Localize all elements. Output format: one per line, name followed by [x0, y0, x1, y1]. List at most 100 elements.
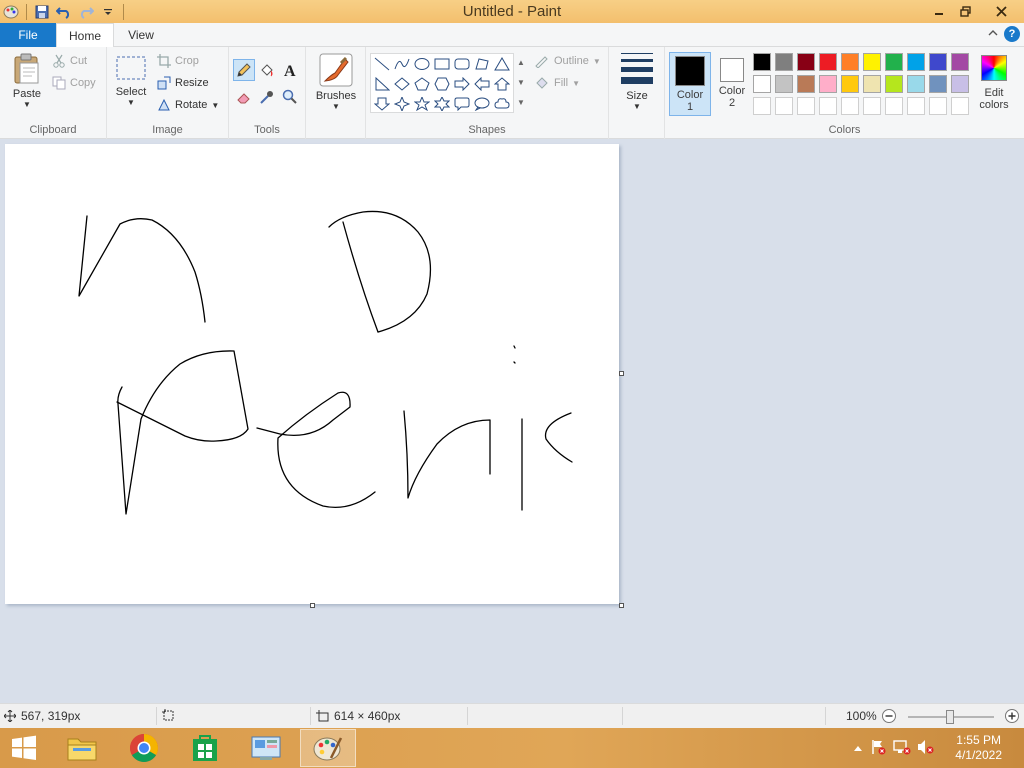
help-icon[interactable]: ? [1004, 26, 1020, 42]
palette-color[interactable] [885, 53, 903, 71]
minimize-button[interactable] [926, 0, 952, 22]
select-button[interactable]: Select ▼ [113, 55, 149, 107]
copy-button[interactable]: Copy [52, 76, 96, 90]
palette-color[interactable] [907, 53, 925, 71]
paste-button[interactable]: Paste ▼ [6, 53, 48, 109]
five-point-star-shape[interactable] [412, 94, 432, 113]
fill-tool[interactable] [256, 59, 278, 81]
palette-color[interactable] [841, 53, 859, 71]
color-picker-tool[interactable] [256, 86, 278, 108]
action-center-flag-icon[interactable] [866, 739, 890, 758]
right-triangle-shape[interactable] [372, 74, 392, 93]
palette-color[interactable] [885, 75, 903, 93]
up-arrow-shape[interactable] [492, 74, 512, 93]
palette-color[interactable] [885, 97, 903, 115]
store-taskbar-button[interactable] [177, 729, 233, 767]
palette-color[interactable] [907, 97, 925, 115]
pentagon-shape[interactable] [412, 74, 432, 93]
four-point-star-shape[interactable] [392, 94, 412, 113]
cloud-callout-shape[interactable] [492, 94, 512, 113]
palette-color[interactable] [951, 97, 969, 115]
palette-color[interactable] [863, 75, 881, 93]
shapes-scrollbar[interactable]: ▲ ▼ ▼ [515, 53, 527, 113]
palette-color[interactable] [907, 75, 925, 93]
rounded-callout-shape[interactable] [452, 94, 472, 113]
palette-color[interactable] [775, 75, 793, 93]
palette-color[interactable] [819, 75, 837, 93]
paint-taskbar-button[interactable] [300, 729, 356, 767]
control-panel-taskbar-button[interactable] [238, 729, 294, 767]
tab-view[interactable]: View [116, 23, 166, 47]
size-button[interactable]: Size ▼ [617, 53, 657, 111]
palette-color[interactable] [819, 53, 837, 71]
magnifier-tool[interactable] [279, 86, 301, 108]
rounded-rectangle-shape[interactable] [452, 54, 472, 73]
tab-home[interactable]: Home [56, 23, 114, 48]
right-arrow-shape[interactable] [452, 74, 472, 93]
crop-button[interactable]: Crop [157, 54, 199, 68]
palette-color[interactable] [929, 97, 947, 115]
palette-color[interactable] [753, 97, 771, 115]
drawing-canvas[interactable] [5, 144, 619, 604]
palette-color[interactable] [753, 75, 771, 93]
color2-button[interactable]: Color 2 [711, 52, 753, 116]
palette-color[interactable] [797, 53, 815, 71]
palette-color[interactable] [863, 97, 881, 115]
zoom-in-button[interactable] [1004, 708, 1020, 724]
oval-shape[interactable] [412, 54, 432, 73]
network-icon[interactable] [890, 739, 914, 758]
text-tool[interactable]: A [279, 59, 301, 81]
palette-color[interactable] [797, 97, 815, 115]
start-button[interactable] [0, 729, 48, 767]
zoom-slider-thumb[interactable] [946, 710, 954, 724]
show-hidden-icons-button[interactable] [850, 741, 866, 755]
brushes-button[interactable]: Brushes ▼ [312, 53, 360, 111]
palette-color[interactable] [775, 53, 793, 71]
palette-color[interactable] [775, 97, 793, 115]
zoom-out-button[interactable] [881, 708, 897, 724]
palette-color[interactable] [797, 75, 815, 93]
down-arrow-shape[interactable] [372, 94, 392, 113]
rotate-button[interactable]: Rotate ▼ [157, 98, 219, 112]
resize-button[interactable]: Resize [157, 76, 209, 90]
scroll-up-icon[interactable]: ▲ [515, 53, 527, 73]
pencil-tool[interactable] [233, 59, 255, 81]
palette-color[interactable] [951, 75, 969, 93]
palette-color[interactable] [841, 97, 859, 115]
palette-color[interactable] [819, 97, 837, 115]
volume-muted-icon[interactable] [914, 739, 938, 758]
palette-color[interactable] [753, 53, 771, 71]
line-shape[interactable] [372, 54, 392, 73]
polygon-shape[interactable] [472, 54, 492, 73]
scroll-down-icon[interactable]: ▼ [515, 73, 527, 93]
close-button[interactable] [978, 0, 1024, 22]
outline-button[interactable]: Outline ▼ [534, 54, 601, 68]
curve-shape[interactable] [392, 54, 412, 73]
six-point-star-shape[interactable] [432, 94, 452, 113]
eraser-tool[interactable] [233, 86, 255, 108]
gallery-expand-icon[interactable]: ▼ [515, 93, 527, 113]
palette-color[interactable] [929, 53, 947, 71]
color1-button[interactable]: Color 1 [669, 52, 711, 116]
palette-color[interactable] [929, 75, 947, 93]
oval-callout-shape[interactable] [472, 94, 492, 113]
cut-button[interactable]: Cut [52, 54, 87, 68]
maximize-button[interactable] [952, 0, 978, 22]
palette-color[interactable] [863, 53, 881, 71]
minimize-ribbon-icon[interactable] [988, 28, 998, 40]
tab-file[interactable]: File [0, 23, 56, 47]
palette-color[interactable] [841, 75, 859, 93]
canvas-resize-handle-corner[interactable] [619, 603, 624, 608]
chrome-taskbar-button[interactable] [116, 729, 172, 767]
fill-button[interactable]: Fill ▼ [534, 76, 580, 90]
file-explorer-taskbar-button[interactable] [54, 729, 110, 767]
hexagon-shape[interactable] [432, 74, 452, 93]
edit-colors-button[interactable]: Edit colors [975, 55, 1013, 111]
palette-color[interactable] [951, 53, 969, 71]
canvas-resize-handle-bottom[interactable] [310, 603, 315, 608]
taskbar-clock[interactable]: 1:55 PM 4/1/2022 [955, 733, 1002, 763]
left-arrow-shape[interactable] [472, 74, 492, 93]
diamond-shape[interactable] [392, 74, 412, 93]
rectangle-shape[interactable] [432, 54, 452, 73]
canvas-resize-handle-right[interactable] [619, 371, 624, 376]
